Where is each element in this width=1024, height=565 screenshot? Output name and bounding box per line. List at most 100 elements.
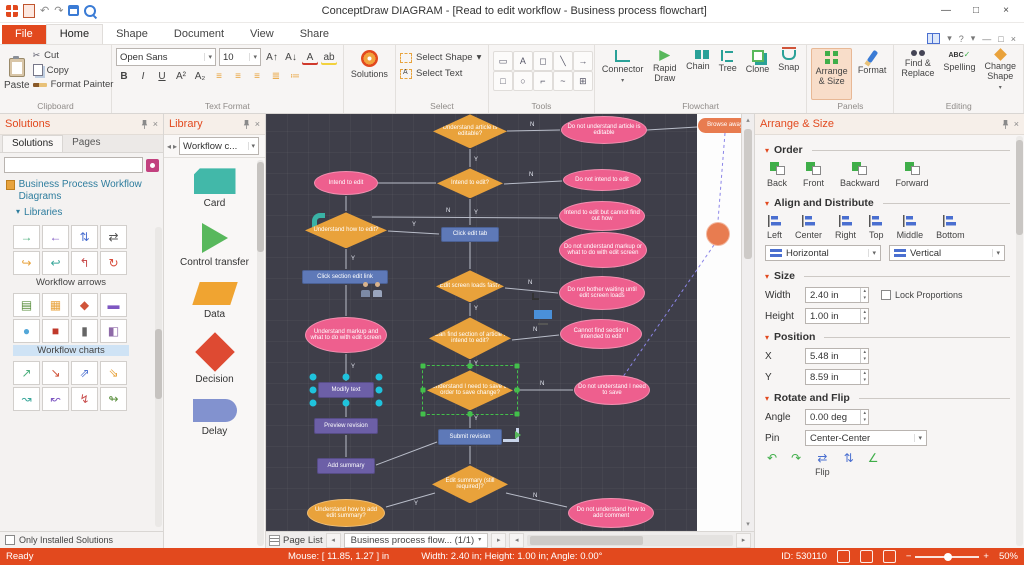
- window-layout-icon[interactable]: [927, 33, 940, 44]
- align-center-button[interactable]: ≡: [230, 69, 246, 84]
- only-installed-checkbox[interactable]: [5, 535, 15, 545]
- redo-icon[interactable]: ↷: [54, 5, 63, 17]
- rotate-right-button[interactable]: ↷: [791, 452, 801, 464]
- tab-home[interactable]: Home: [46, 24, 103, 44]
- order-backward-button[interactable]: Backward: [840, 162, 880, 188]
- library-thumbnail[interactable]: ↗: [13, 361, 40, 385]
- decrease-font-size-button[interactable]: A↓: [283, 50, 299, 65]
- library-item-control-transfer[interactable]: Control transfer: [164, 217, 265, 276]
- flowchart-node[interactable]: Browse away: [698, 118, 741, 133]
- documents-icon[interactable]: [500, 425, 516, 439]
- zoom-slider[interactable]: − +: [906, 551, 989, 562]
- change-shape-button[interactable]: Change Shape ▾: [981, 48, 1019, 100]
- page-list-button[interactable]: Page List: [283, 535, 323, 546]
- library-group-label[interactable]: Workflow arrows: [13, 277, 129, 288]
- library-thumbnail[interactable]: ←: [42, 225, 69, 249]
- search-options-icon[interactable]: [146, 159, 159, 172]
- text-tool[interactable]: A: [513, 51, 533, 71]
- increase-font-size-button[interactable]: A↑: [264, 50, 280, 65]
- library-group-label[interactable]: Workflow charts: [13, 345, 129, 356]
- solutions-scrollbar[interactable]: [155, 227, 162, 527]
- spin-up-icon[interactable]: ▴: [861, 309, 868, 316]
- solutions-search-input[interactable]: [4, 157, 143, 173]
- line-tool[interactable]: ╲: [553, 51, 573, 71]
- polyline-tool[interactable]: ⌐: [533, 71, 553, 91]
- grid-tool[interactable]: ⊞: [573, 71, 593, 91]
- canvas-horizontal-scrollbar[interactable]: [527, 535, 733, 546]
- library-back-icon[interactable]: ◂: [167, 142, 171, 151]
- scrollbar-thumb[interactable]: [530, 536, 643, 545]
- chevron-down-icon[interactable]: ▾: [765, 199, 769, 208]
- x-input[interactable]: 5.48 in▴▾: [805, 348, 869, 364]
- library-thumbnail[interactable]: ▮: [71, 319, 98, 343]
- format-panel-button[interactable]: Format: [855, 48, 890, 100]
- library-item-delay[interactable]: Delay: [164, 393, 265, 445]
- doc-restore-icon[interactable]: □: [998, 34, 1003, 44]
- library-thumbnail[interactable]: ↯: [71, 387, 98, 411]
- library-thumbnail[interactable]: →: [13, 225, 40, 249]
- paste-button[interactable]: Paste: [4, 48, 30, 100]
- flowchart-node[interactable]: Submit revision: [438, 429, 502, 445]
- tree-button[interactable]: Tree: [716, 48, 740, 100]
- zoom-thumb[interactable]: [944, 553, 952, 561]
- pages-tab[interactable]: Pages: [63, 135, 109, 152]
- copy-button[interactable]: Copy: [33, 64, 114, 76]
- flip-vertical-button[interactable]: ⇅: [844, 452, 854, 464]
- angle-input[interactable]: 0.00 deg▴▾: [805, 409, 869, 425]
- monitor-icon[interactable]: [532, 308, 554, 322]
- clone-button[interactable]: Clone: [743, 48, 773, 100]
- align-left-button[interactable]: Left: [767, 215, 782, 240]
- chevron-down-icon[interactable]: ▾: [765, 394, 769, 403]
- flowchart-node[interactable]: Preview revision: [314, 418, 378, 434]
- tab-share[interactable]: Share: [287, 25, 342, 44]
- drawing-canvas[interactable]: YNYNYNYNYYNYNYYNUnderstand article is ed…: [266, 114, 741, 531]
- pin-icon[interactable]: [242, 119, 251, 129]
- align-bottom-button[interactable]: Bottom: [936, 215, 965, 240]
- minimize-button[interactable]: —: [932, 2, 960, 20]
- rectangle-tool[interactable]: ▭: [493, 51, 513, 71]
- chevron-down-icon[interactable]: ▾: [765, 333, 769, 342]
- close-panel-icon[interactable]: ×: [153, 119, 158, 129]
- pin-icon[interactable]: [140, 119, 149, 129]
- scroll-up-icon[interactable]: ▴: [742, 114, 754, 127]
- tab-file[interactable]: File: [2, 25, 46, 44]
- library-thumbnail[interactable]: ⇄: [100, 225, 127, 249]
- align-right-button[interactable]: Right: [835, 215, 856, 240]
- scroll-left-icon[interactable]: ◂: [509, 533, 524, 548]
- chevron-down-icon[interactable]: ▾: [765, 146, 769, 155]
- library-item-card[interactable]: Card: [164, 162, 265, 217]
- list-button[interactable]: ≔: [287, 69, 303, 84]
- rapid-draw-button[interactable]: Rapid Draw: [649, 48, 680, 100]
- library-thumbnail[interactable]: ◆: [71, 293, 98, 317]
- library-thumbnail[interactable]: ↰: [71, 251, 98, 275]
- distribute-vertical-select[interactable]: Vertical▾: [889, 245, 1005, 261]
- select-shape-button[interactable]: Select Shape▾: [400, 52, 484, 63]
- tab-shape[interactable]: Shape: [103, 25, 161, 44]
- close-button[interactable]: ×: [992, 2, 1020, 20]
- bold-button[interactable]: B: [116, 69, 132, 84]
- spin-up-icon[interactable]: ▴: [861, 370, 868, 377]
- scrollbar-thumb[interactable]: [744, 129, 752, 259]
- font-color-button[interactable]: A: [302, 50, 318, 65]
- help-icon[interactable]: ?: [959, 34, 964, 44]
- tab-view[interactable]: View: [237, 25, 287, 44]
- lock-proportions-checkbox[interactable]: [881, 290, 891, 300]
- font-size-select[interactable]: 10▾: [219, 48, 261, 66]
- library-thumbnail[interactable]: ▦: [42, 293, 69, 317]
- zoom-in-icon[interactable]: +: [983, 551, 989, 562]
- format-painter-button[interactable]: Format Painter: [33, 79, 114, 90]
- italic-button[interactable]: I: [135, 69, 151, 84]
- spin-down-icon[interactable]: ▾: [861, 417, 868, 424]
- height-input[interactable]: 1.00 in▴▾: [805, 308, 869, 324]
- align-center-button[interactable]: Center: [795, 215, 822, 240]
- library-thumbnail[interactable]: ▤: [13, 293, 40, 317]
- users-icon[interactable]: [359, 281, 385, 297]
- library-thumbnail[interactable]: ↬: [100, 387, 127, 411]
- zoom-out-icon[interactable]: −: [906, 551, 912, 562]
- library-item-decision[interactable]: Decision: [164, 328, 265, 393]
- doc-close-icon[interactable]: ×: [1011, 34, 1016, 44]
- spelling-button[interactable]: ABC✓Spelling: [940, 48, 978, 100]
- find-icon[interactable]: [84, 5, 96, 17]
- tree-item-business-process[interactable]: Business Process Workflow Diagrams: [6, 179, 157, 203]
- save-icon[interactable]: [68, 5, 79, 16]
